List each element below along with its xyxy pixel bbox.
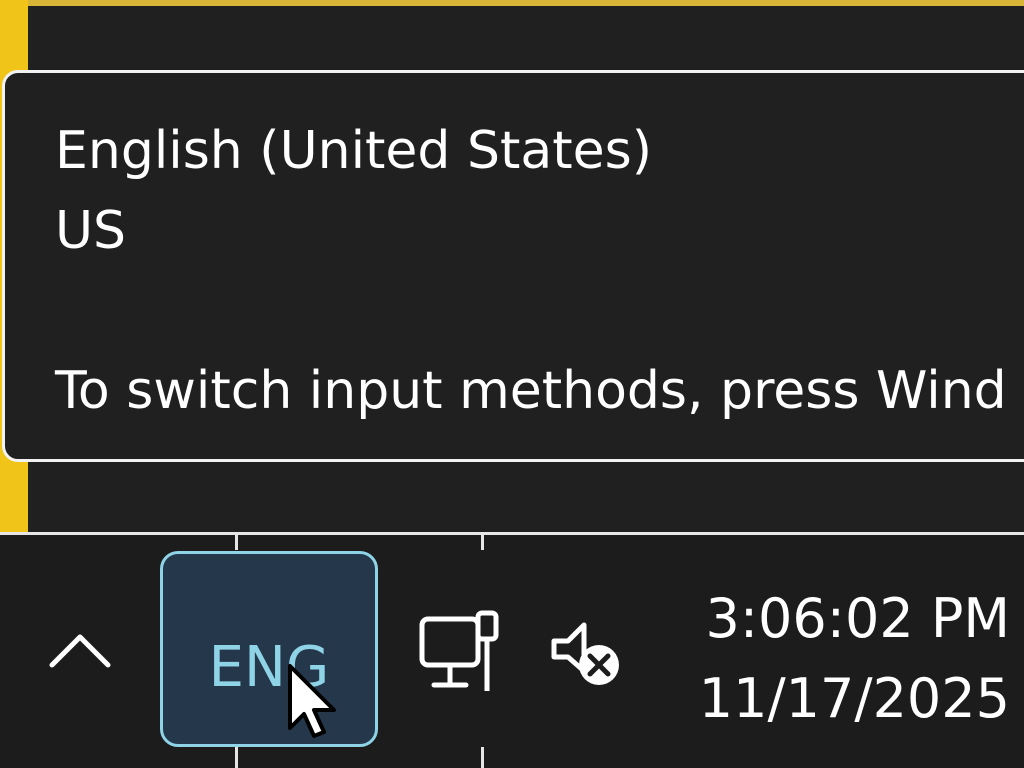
wired-network-icon — [419, 610, 499, 691]
mouse-cursor — [286, 662, 340, 742]
show-hidden-icons-button[interactable] — [40, 619, 120, 679]
tooltip-language-name: English (United States) — [55, 121, 652, 181]
tooltip-keyboard-layout: US — [55, 201, 127, 261]
taskbar: ENG 3:06:02 PM 11/17/2025 — [0, 532, 1024, 768]
chevron-up-icon — [49, 634, 111, 668]
network-status-button[interactable] — [418, 609, 508, 699]
taskbar-divider — [235, 532, 238, 550]
volume-button[interactable] — [548, 613, 628, 693]
screen: English (United States) US To switch inp… — [0, 0, 1024, 768]
input-language-label: ENG — [208, 635, 330, 700]
volume-muted-icon — [551, 622, 619, 685]
input-language-button[interactable]: ENG — [160, 551, 378, 747]
input-method-tooltip: English (United States) US To switch inp… — [2, 70, 1024, 462]
clock-time: 3:06:02 PM — [705, 587, 1011, 650]
taskbar-divider — [481, 532, 484, 550]
clock-date: 11/17/2025 — [698, 667, 1010, 730]
clock-button[interactable]: 3:06:02 PM 11/17/2025 — [699, 579, 1010, 739]
mouse-cursor-icon — [288, 664, 336, 738]
tooltip-switch-hint: To switch input methods, press Wind — [55, 361, 1007, 421]
taskbar-divider — [235, 747, 238, 768]
taskbar-divider — [481, 747, 484, 768]
